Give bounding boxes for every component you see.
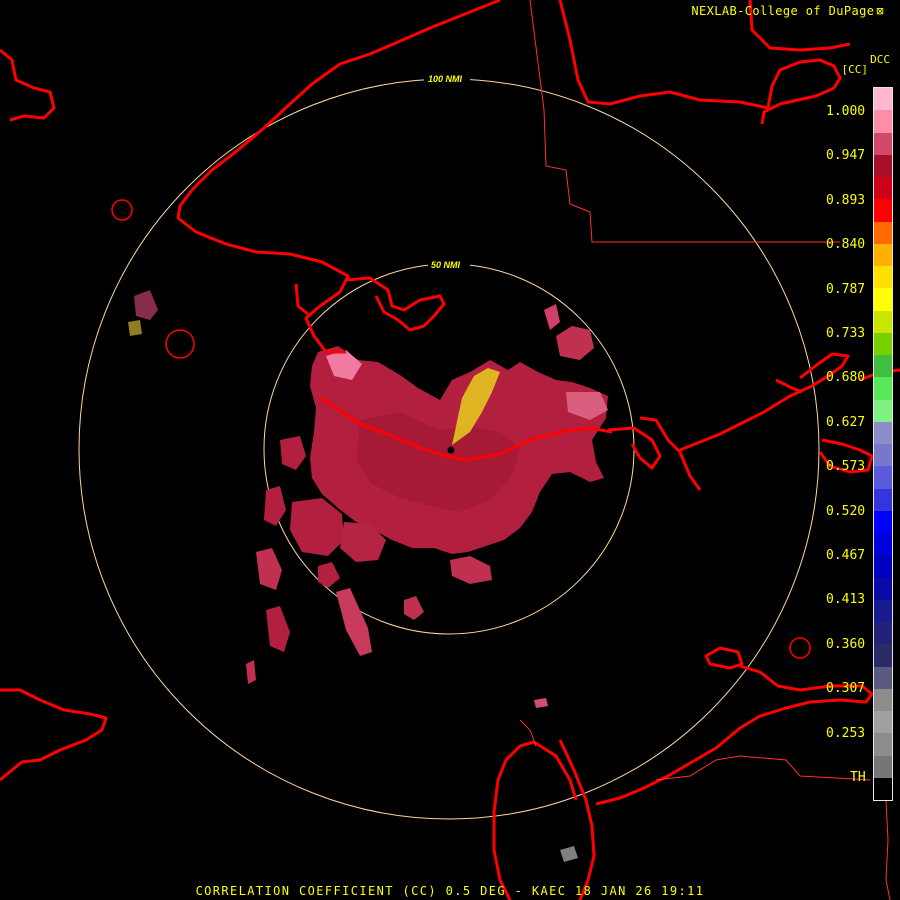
legend-tick-label: 0.947	[826, 148, 866, 164]
legend-color-swatch	[874, 488, 892, 512]
legend-tick-label: 0.627	[826, 414, 866, 430]
ring-label-100nmi: 100 NMI	[428, 74, 463, 84]
legend-tick-label: 1.000	[826, 104, 866, 119]
legend-color-swatch	[874, 88, 892, 111]
legend-color-swatch	[874, 310, 892, 334]
coastline-south	[492, 739, 596, 900]
legend-tick-label: 0.840	[826, 237, 866, 253]
legend-tick-label: 0.467	[826, 548, 866, 563]
legend-color-swatch	[874, 377, 892, 401]
legend-color-swatch	[874, 221, 892, 245]
ring-label-50nmi: 50 NMI	[431, 260, 461, 270]
lake-ring-2	[165, 329, 195, 359]
legend-tick-label: 0.520	[826, 503, 866, 519]
legend-color-swatch	[874, 177, 892, 200]
radar-display: 100 NMI 50 NMI NEXLAB-College of DuPage ⊠…	[0, 0, 900, 900]
legend-color-swatch	[874, 332, 892, 356]
coastline-ne	[558, 0, 851, 125]
legend-tick-label: 0.680	[826, 370, 866, 386]
legend-tick-label: 0.573	[826, 459, 866, 475]
color-legend-labels: 1.000 0.947 0.893 0.840 0.787 0.733 0.680 0.627…	[818, 0, 872, 900]
radar-map-canvas: 100 NMI 50 NMI	[0, 0, 900, 900]
legend-color-swatch	[874, 688, 892, 712]
coastline-nw	[0, 48, 56, 122]
legend-color-swatch	[874, 199, 892, 223]
legend-tick-label: 0.733	[826, 326, 866, 341]
echo-far-south	[534, 698, 548, 708]
legend-color-swatch	[874, 711, 892, 734]
legend-color-swatch	[874, 622, 892, 645]
echo-south-streak	[336, 588, 372, 656]
legend-color-swatch	[874, 555, 892, 579]
legend-tick-label: 0.413	[826, 592, 866, 608]
legend-color-swatch	[874, 777, 892, 800]
echo-ne-cell	[556, 326, 594, 360]
cod-logo-icon: ⊠	[876, 4, 884, 18]
echo-west-clutter	[134, 290, 158, 320]
legend-color-swatch	[874, 110, 892, 134]
lake-ring-3	[789, 637, 811, 659]
legend-color-swatch	[874, 733, 892, 757]
echo-west-cell-2	[264, 486, 286, 526]
echo-se-cluster	[450, 556, 492, 584]
echo-west-cell-1	[280, 436, 306, 470]
color-legend-bar	[873, 87, 893, 801]
echo-south-cell	[266, 606, 290, 652]
legend-color-swatch	[874, 666, 892, 690]
echo-sw-cell-1	[290, 498, 344, 556]
legend-tick-label: 0.787	[826, 281, 866, 297]
legend-tick-label: 0.893	[826, 192, 866, 208]
product-code: DCC	[870, 53, 890, 66]
legend-color-swatch	[874, 577, 892, 601]
echo-south-coast	[560, 846, 578, 862]
legend-color-swatch	[874, 154, 892, 178]
legend-color-swatch	[874, 466, 892, 490]
legend-color-swatch	[874, 533, 892, 556]
radar-echo-layer	[128, 290, 608, 862]
legend-color-swatch	[874, 510, 892, 534]
legend-tick-label: 0.253	[826, 725, 866, 741]
coastline-southwest	[0, 688, 108, 782]
legend-tick-label: 0.307	[826, 681, 866, 697]
legend-color-swatch	[874, 132, 892, 156]
legend-color-swatch	[874, 266, 892, 289]
radar-site-marker	[447, 446, 455, 454]
lake-ring-1	[111, 199, 133, 221]
legend-tick-label: 0.360	[826, 636, 866, 652]
legend-color-swatch	[874, 644, 892, 668]
coastline-bay	[294, 276, 446, 332]
echo-ne-streak	[544, 304, 560, 330]
legend-color-swatch	[874, 421, 892, 445]
echo-sw-cell-3	[256, 548, 282, 590]
echo-sw-cell-4	[318, 562, 340, 588]
legend-color-swatch	[874, 599, 892, 623]
echo-west-clutter-2	[128, 320, 142, 336]
legend-color-swatch	[874, 288, 892, 312]
echo-south-cluster	[404, 596, 424, 620]
legend-color-swatch	[874, 355, 892, 378]
legend-color-swatch	[874, 243, 892, 267]
legend-color-swatch	[874, 399, 892, 423]
product-footer: CORRELATION COEFFICIENT (CC) 0.5 DEG - K…	[195, 884, 705, 898]
legend-color-swatch	[874, 444, 892, 467]
state-border-north	[529, 0, 840, 243]
echo-far-sw	[246, 660, 256, 684]
legend-color-swatch	[874, 755, 892, 779]
